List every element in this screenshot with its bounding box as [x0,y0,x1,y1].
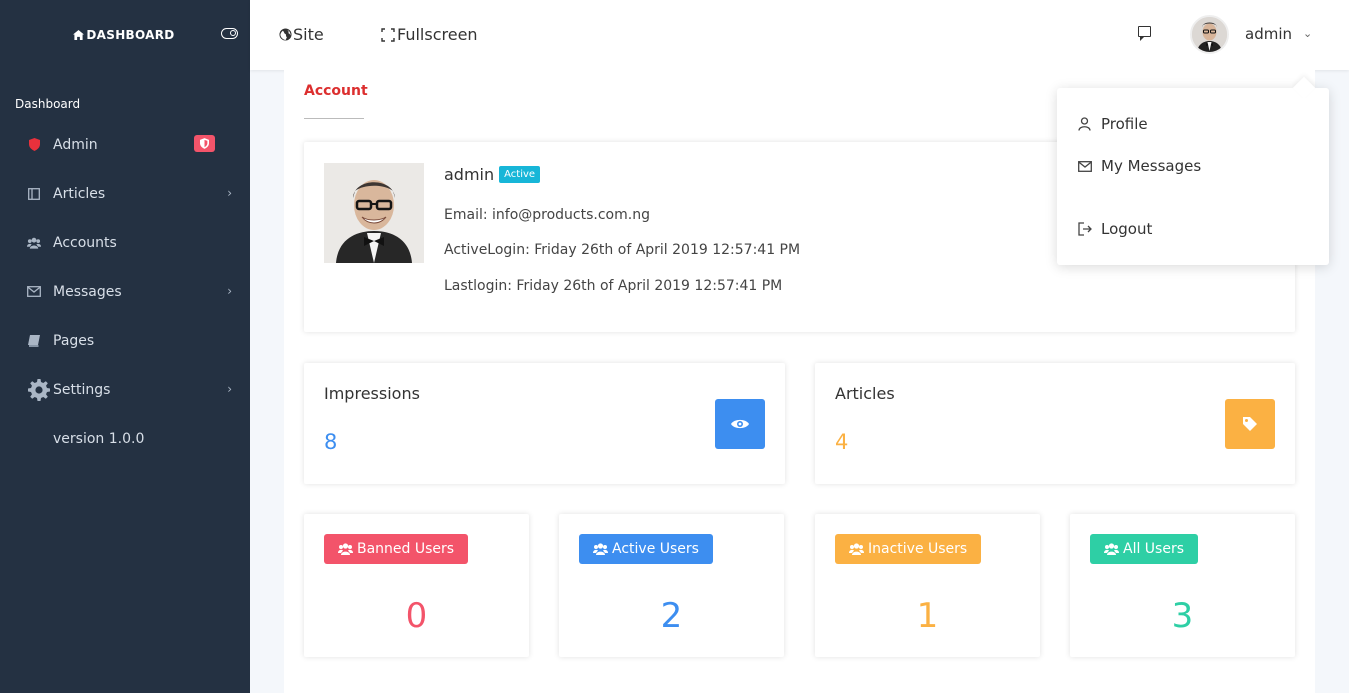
admin-badge [194,135,215,152]
inactive-users-count: 1 [916,596,939,636]
brand-label: DASHBOARD [86,28,175,42]
avatar[interactable] [1190,15,1229,54]
sidebar-item-label: Admin [53,136,98,153]
inactive-users-badge[interactable]: Inactive Users [835,534,982,564]
site-link[interactable]: Site [279,25,324,44]
tab-account[interactable]: Account [304,83,368,99]
all-users-badge[interactable]: All Users [1090,534,1199,564]
sidebar-item-settings[interactable]: Settings › [0,365,250,414]
chevron-right-icon: › [227,284,232,298]
envelope-icon [27,285,41,299]
chevron-down-icon[interactable]: ⌄ [1303,27,1312,40]
user-icon [1077,117,1092,131]
version-label: version 1.0.0 [53,430,145,447]
all-users-label: All Users [1123,541,1185,557]
dropdown-messages-label: My Messages [1101,157,1202,175]
banned-users-label: Banned Users [357,541,455,557]
dropdown-logout-label: Logout [1101,220,1153,238]
impressions-card: Impressions 8 [304,363,785,484]
chevron-right-icon: › [227,382,232,396]
sidebar-item-label: Messages [53,283,122,300]
banned-users-count: 0 [405,596,428,636]
shield-icon [27,138,41,152]
chat-icon[interactable] [1138,26,1151,41]
logout-icon [1077,222,1092,236]
sidebar-item-admin[interactable]: Admin [0,120,250,169]
fullscreen-label: Fullscreen [397,25,478,44]
dropdown-profile-label: Profile [1101,115,1148,133]
inactive-users-label: Inactive Users [868,541,968,557]
profile-last-login: Lastlogin: Friday 26th of April 2019 12:… [444,278,783,294]
all-users-count: 3 [1171,596,1194,636]
active-users-badge[interactable]: Active Users [579,534,713,564]
fullscreen-icon [381,27,395,42]
sidebar: DASHBOARD Dashboard Admin Articles › Acc… [0,0,250,693]
articles-card: Articles 4 [815,363,1295,484]
users-icon [338,543,353,555]
envelope-icon [1077,160,1092,172]
sidebar-item-label: Settings [53,381,111,398]
profile-name-row: admin Active [444,165,541,184]
banned-users-badge[interactable]: Banned Users [324,534,469,564]
banned-users-card: Banned Users 0 [304,514,529,657]
eye-icon [731,419,749,429]
sidebar-item-pages[interactable]: Pages [0,316,250,365]
sidebar-section-title: Dashboard [15,97,81,111]
impressions-title: Impressions [324,384,420,403]
active-users-card: Active Users 2 [559,514,784,657]
users-icon [849,543,864,555]
sidebar-item-label: Articles [53,185,106,202]
articles-title: Articles [835,384,895,403]
dropdown-item-messages[interactable]: My Messages [1077,157,1201,175]
user-name[interactable]: admin [1245,25,1292,43]
tag-icon [1243,417,1257,431]
brand[interactable]: DASHBOARD [0,0,250,70]
sidebar-item-label: Pages [53,332,95,349]
active-users-count: 2 [660,596,683,636]
topbar: Site Fullscreen admin ⌄ [250,0,1349,70]
sidebar-item-label: Accounts [53,234,117,251]
all-users-card: All Users 3 [1070,514,1295,657]
sidebar-item-messages[interactable]: Messages › [0,267,250,316]
book-icon [27,187,41,201]
fullscreen-link[interactable]: Fullscreen [381,25,478,44]
profile-email: Email: info@products.com.ng [444,207,650,223]
chevron-right-icon: › [227,186,232,200]
profile-name: admin [444,165,495,184]
status-badge: Active [499,166,541,183]
profile-photo [324,163,424,263]
user-dropdown-menu: Profile My Messages Logout [1057,88,1329,265]
active-users-label: Active Users [612,541,699,557]
shield-icon [200,138,209,149]
inactive-users-card: Inactive Users 1 [815,514,1040,657]
gear-icon [27,378,51,402]
pages-icon [27,334,41,348]
sidebar-item-articles[interactable]: Articles › [0,169,250,218]
globe-icon [279,28,292,41]
impressions-value: 8 [324,430,338,454]
dropdown-item-profile[interactable]: Profile [1077,115,1148,133]
articles-button[interactable] [1225,399,1275,449]
users-icon [593,543,608,555]
home-icon [73,30,85,40]
impressions-button[interactable] [715,399,765,449]
sidebar-toggle-icon[interactable] [221,28,238,39]
brand-link: DASHBOARD [73,28,174,42]
articles-value: 4 [835,430,849,454]
dropdown-item-logout[interactable]: Logout [1077,220,1152,238]
site-label: Site [293,25,324,44]
users-icon [27,236,41,250]
sidebar-item-accounts[interactable]: Accounts [0,218,250,267]
tab-underline [304,118,364,119]
profile-active-login: ActiveLogin: Friday 26th of April 2019 1… [444,242,801,258]
users-icon [1104,543,1119,555]
